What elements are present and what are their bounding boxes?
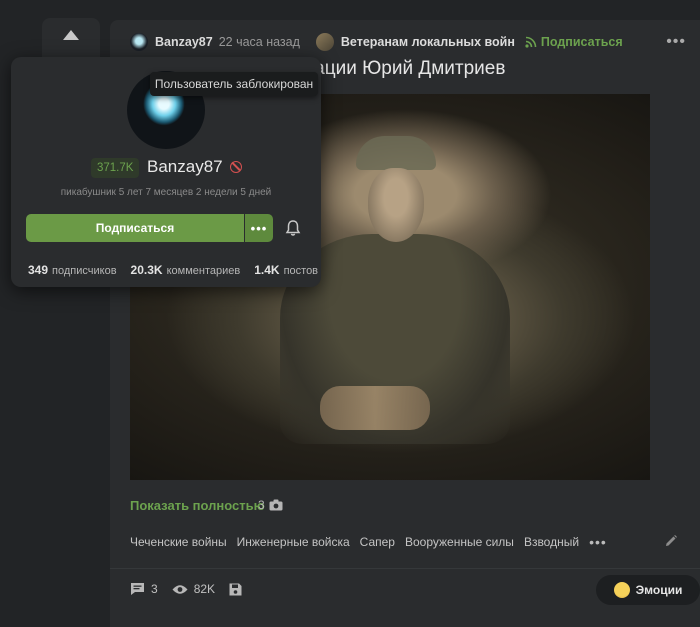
views-counter: 82K	[172, 582, 215, 596]
profile-tenure: пикабушник 5 лет 7 месяцев 2 недели 5 дн…	[60, 187, 272, 198]
comments-label: комментариев	[166, 265, 241, 277]
subscribe-user-button[interactable]: Подписаться	[26, 214, 244, 242]
rating-badge: 371.7K	[91, 158, 140, 178]
image-count-value: 3	[258, 498, 265, 512]
posts-label: постов	[283, 265, 319, 277]
comments-counter[interactable]: 3	[130, 582, 158, 596]
community-link[interactable]: Ветеранам локальных войн	[341, 35, 515, 49]
rating-column	[42, 18, 100, 62]
photo-cap	[356, 136, 436, 170]
tags-more-icon[interactable]: •••	[589, 534, 607, 550]
story-footer: 3 82K	[130, 582, 242, 596]
tag[interactable]: Вооруженные силы	[405, 535, 514, 549]
bell-icon[interactable]	[285, 219, 301, 237]
post-time: 22 часа назад	[218, 35, 300, 49]
emotions-label: Эмоции	[635, 583, 683, 597]
tag[interactable]: Чеченские войны	[130, 535, 227, 549]
ban-icon	[230, 161, 242, 173]
pencil-icon[interactable]	[664, 534, 678, 548]
subscribers-label: подписчиков	[52, 265, 117, 277]
blocked-tooltip: Пользователь заблокирован	[150, 72, 318, 96]
author-avatar[interactable]	[130, 33, 148, 51]
views-count: 82K	[193, 582, 216, 596]
more-icon[interactable]: •••	[666, 33, 686, 51]
profile-stats: 349 подписчиков 20.3K комментариев 1.4K …	[28, 263, 318, 277]
camera-icon	[269, 499, 283, 511]
show-full-link[interactable]: Показать полностью	[130, 498, 265, 513]
subscribers-value: 349	[28, 263, 49, 277]
tag[interactable]: Инженерные войска	[237, 535, 350, 549]
image-count: 3	[258, 498, 283, 512]
tag[interactable]: Сапер	[360, 535, 395, 549]
footer-divider	[110, 568, 700, 569]
story-header: Banzay87 22 часа назад Ветеранам локальн…	[130, 32, 623, 52]
subscribe-community-link[interactable]: Подписаться	[541, 35, 623, 49]
emoji-icon	[613, 582, 630, 598]
page: Banzay87 22 часа назад Ветеранам локальн…	[0, 0, 700, 627]
author-link[interactable]: Banzay87	[155, 35, 213, 49]
save-icon[interactable]	[229, 583, 242, 596]
emotions-button[interactable]: Эмоции	[596, 575, 700, 605]
tag-list: Чеченские войны Инженерные войска Сапер …	[130, 534, 607, 550]
photo-hands	[320, 386, 430, 430]
eye-icon	[172, 584, 188, 594]
profile-name[interactable]: Banzay87	[147, 157, 223, 177]
comment-icon	[131, 583, 144, 595]
more-icon[interactable]: •••	[245, 214, 273, 242]
comments-value: 20.3K	[130, 263, 163, 277]
comments-count: 3	[151, 582, 158, 596]
posts-value: 1.4K	[254, 263, 280, 277]
arrow-up-icon[interactable]	[63, 30, 79, 40]
tag[interactable]: Взводный	[524, 535, 579, 549]
community-avatar[interactable]	[315, 33, 334, 51]
story-title[interactable]: ерации Юрий Дмитриев	[293, 58, 505, 80]
rss-icon	[525, 36, 537, 48]
photo-face	[368, 168, 424, 242]
